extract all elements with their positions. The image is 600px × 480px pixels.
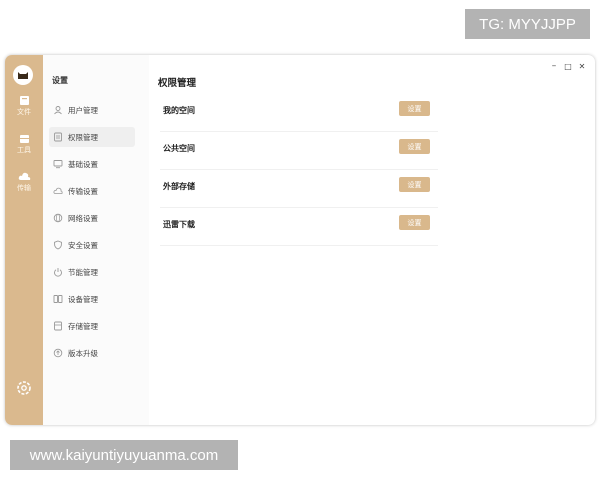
avatar[interactable]: [13, 65, 33, 85]
nav-item-label: 基础设置: [68, 159, 98, 169]
nav-item-label: 传输设置: [68, 186, 98, 196]
nav-item-network-settings[interactable]: 网络设置: [49, 208, 135, 228]
permission-row-public-space: 公共空间 设置: [160, 131, 438, 170]
rail-item-label: 传输: [17, 184, 31, 192]
nav-item-power-management[interactable]: 节能管理: [49, 262, 135, 282]
settings-nav-title: 设置: [52, 76, 68, 85]
nav-item-basic-settings[interactable]: 基础设置: [49, 154, 135, 174]
rail-settings-button[interactable]: [15, 379, 33, 397]
globe-icon: [53, 213, 63, 223]
nav-item-label: 用户管理: [68, 105, 98, 115]
nav-item-user-management[interactable]: 用户管理: [49, 100, 135, 120]
nav-item-label: 设备管理: [68, 294, 98, 304]
watermark-top: TG: MYYJJPP: [465, 9, 590, 39]
permission-row-xunlei-download: 迅雷下载 设置: [160, 207, 438, 246]
upgrade-icon: [53, 348, 63, 358]
nav-item-storage-management[interactable]: 存储管理: [49, 316, 135, 336]
my-space-settings-button[interactable]: 设置: [399, 101, 430, 116]
settings-nav: 设置 用户管理 权限管理 基础设置 传输设置 网络设置 安全设置 节能管理 设备…: [43, 55, 149, 425]
permission-icon: [53, 132, 63, 142]
toolbox-icon: [19, 135, 29, 143]
rail-item-label: 工具: [17, 146, 31, 154]
folder-icon: [19, 96, 29, 105]
permission-row-name: 公共空间: [163, 144, 195, 153]
watermark-bottom: www.kaiyuntiyuyuanma.com: [10, 440, 238, 470]
nav-item-permission-management[interactable]: 权限管理: [49, 127, 135, 147]
cat-logo-icon: [18, 72, 28, 79]
close-button[interactable]: ✕: [577, 61, 587, 71]
page-title: 权限管理: [158, 78, 197, 89]
rail-item-files[interactable]: 文件: [5, 95, 43, 117]
nav-item-label: 安全设置: [68, 240, 98, 250]
minimize-button[interactable]: –: [549, 61, 559, 71]
nav-item-transfer-settings[interactable]: 传输设置: [49, 181, 135, 201]
permission-row-external-storage: 外部存储 设置: [160, 169, 438, 208]
nav-item-label: 权限管理: [68, 132, 98, 142]
xunlei-download-settings-button[interactable]: 设置: [399, 215, 430, 230]
permission-row-name: 外部存储: [163, 182, 195, 191]
public-space-settings-button[interactable]: 设置: [399, 139, 430, 154]
gear-icon: [17, 381, 31, 395]
user-icon: [53, 105, 63, 115]
nav-item-label: 存储管理: [68, 321, 98, 331]
device-icon: [53, 294, 63, 304]
shield-icon: [53, 240, 63, 250]
maximize-button[interactable]: □: [563, 61, 573, 71]
nav-item-device-management[interactable]: 设备管理: [49, 289, 135, 309]
rail-item-transfer[interactable]: 传输: [5, 171, 43, 193]
monitor-icon: [53, 159, 63, 169]
permission-row-name: 迅雷下载: [163, 220, 195, 229]
app-window: 文件 工具 传输 设置 用户管理 权限管理 基础设置 传输设置 网络设置 安全设…: [5, 55, 595, 425]
power-icon: [53, 267, 63, 277]
external-storage-settings-button[interactable]: 设置: [399, 177, 430, 192]
rail-item-tools[interactable]: 工具: [5, 133, 43, 155]
left-rail: 文件 工具 传输: [5, 55, 43, 425]
cloud-transfer-icon: [53, 186, 63, 196]
nav-item-label: 版本升级: [68, 348, 98, 358]
cloud-icon: [18, 172, 30, 180]
rail-item-label: 文件: [17, 108, 31, 116]
nav-item-label: 网络设置: [68, 213, 98, 223]
nav-item-version-upgrade[interactable]: 版本升级: [49, 343, 135, 363]
permission-row-name: 我的空间: [163, 106, 195, 115]
permission-row-my-space: 我的空间 设置: [160, 93, 438, 132]
storage-icon: [53, 321, 63, 331]
nav-item-label: 节能管理: [68, 267, 98, 277]
nav-item-security-settings[interactable]: 安全设置: [49, 235, 135, 255]
